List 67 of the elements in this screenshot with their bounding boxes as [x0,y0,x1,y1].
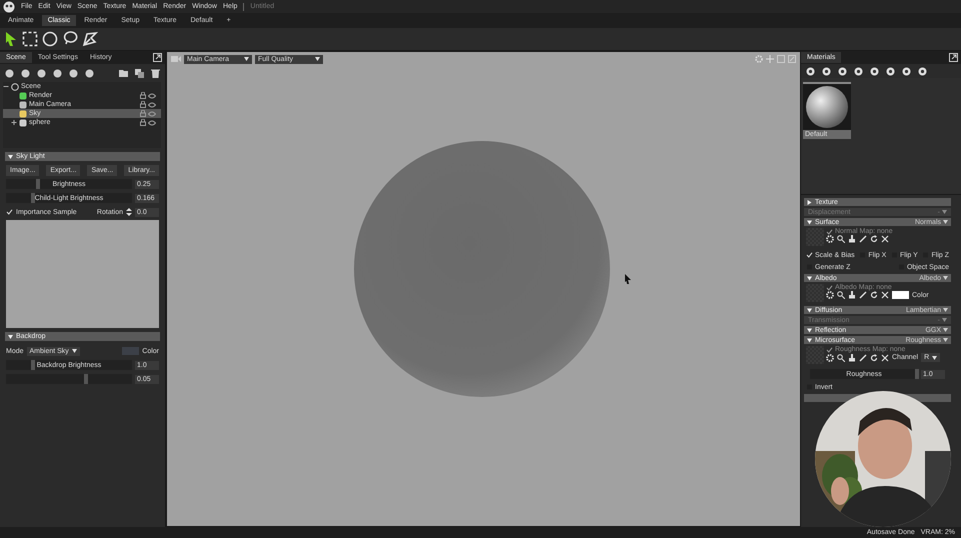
caret-icon [8,334,13,338]
checkbox[interactable] [826,284,833,290]
polygon-select-icon[interactable] [82,31,98,47]
stamp-icon[interactable] [848,235,856,243]
caret-icon [943,220,948,224]
search-icon[interactable] [837,235,845,243]
refresh-icon[interactable] [870,354,878,362]
color-swatch[interactable] [892,291,909,299]
trash-icon[interactable] [151,68,160,78]
popout-icon[interactable] [949,53,958,62]
caret-icon [807,220,812,224]
checkbox[interactable] [826,228,833,234]
pen-icon[interactable] [859,235,867,243]
scene-icon [11,82,19,90]
collapse-icon[interactable] [3,84,9,89]
slider-thumb[interactable] [915,369,919,379]
material-ball-icon [804,84,850,130]
gear-icon[interactable] [826,235,834,243]
stamp-icon[interactable] [848,354,856,362]
caret-icon [244,57,249,61]
spinner-icon[interactable] [126,208,132,216]
caret-icon [943,276,948,280]
caret-icon [315,57,320,61]
caret-icon [943,328,948,332]
stamp-icon[interactable] [848,291,856,299]
logo-icon [3,0,15,12]
caret-icon [942,318,947,322]
lock-icon[interactable] [140,110,146,117]
refresh-icon[interactable] [870,235,878,243]
slider[interactable] [6,374,132,384]
lock-icon[interactable] [140,101,146,108]
lock-icon[interactable] [140,92,146,99]
caret-icon [807,276,812,280]
close-icon[interactable] [881,291,889,299]
lock-icon[interactable] [140,119,146,126]
rectangle-select-icon[interactable] [22,31,38,47]
close-icon[interactable] [881,354,889,362]
caret-icon [942,210,947,214]
gear-icon[interactable] [826,354,834,362]
cursor-tool-icon[interactable] [4,31,18,47]
folder-icon[interactable] [119,68,128,78]
slider-thumb[interactable] [31,193,36,203]
slider-thumb[interactable] [31,360,36,370]
search-icon[interactable] [837,291,845,299]
pen-icon[interactable] [859,354,867,362]
slider-thumb[interactable] [36,179,40,189]
search-icon[interactable] [837,354,845,362]
caret-icon [932,356,938,360]
ellipse-select-icon[interactable] [42,31,58,47]
slider-thumb[interactable] [84,374,88,384]
popout-icon[interactable] [153,53,162,62]
mouse-cursor-icon [625,274,632,284]
refresh-icon[interactable] [870,291,878,299]
lasso-icon[interactable] [62,31,78,47]
caret-icon [72,349,77,353]
duplicate-icon[interactable] [135,68,144,78]
checkbox[interactable] [826,346,833,352]
pen-icon[interactable] [859,291,867,299]
gear-icon[interactable] [826,291,834,299]
caret-icon [943,308,948,312]
expand-icon[interactable] [11,120,17,125]
caret-icon [807,308,812,312]
close-icon[interactable] [881,235,889,243]
color-swatch[interactable] [122,347,140,355]
caret-icon [807,200,812,204]
caret-icon [943,338,948,342]
caret-icon [8,154,13,158]
